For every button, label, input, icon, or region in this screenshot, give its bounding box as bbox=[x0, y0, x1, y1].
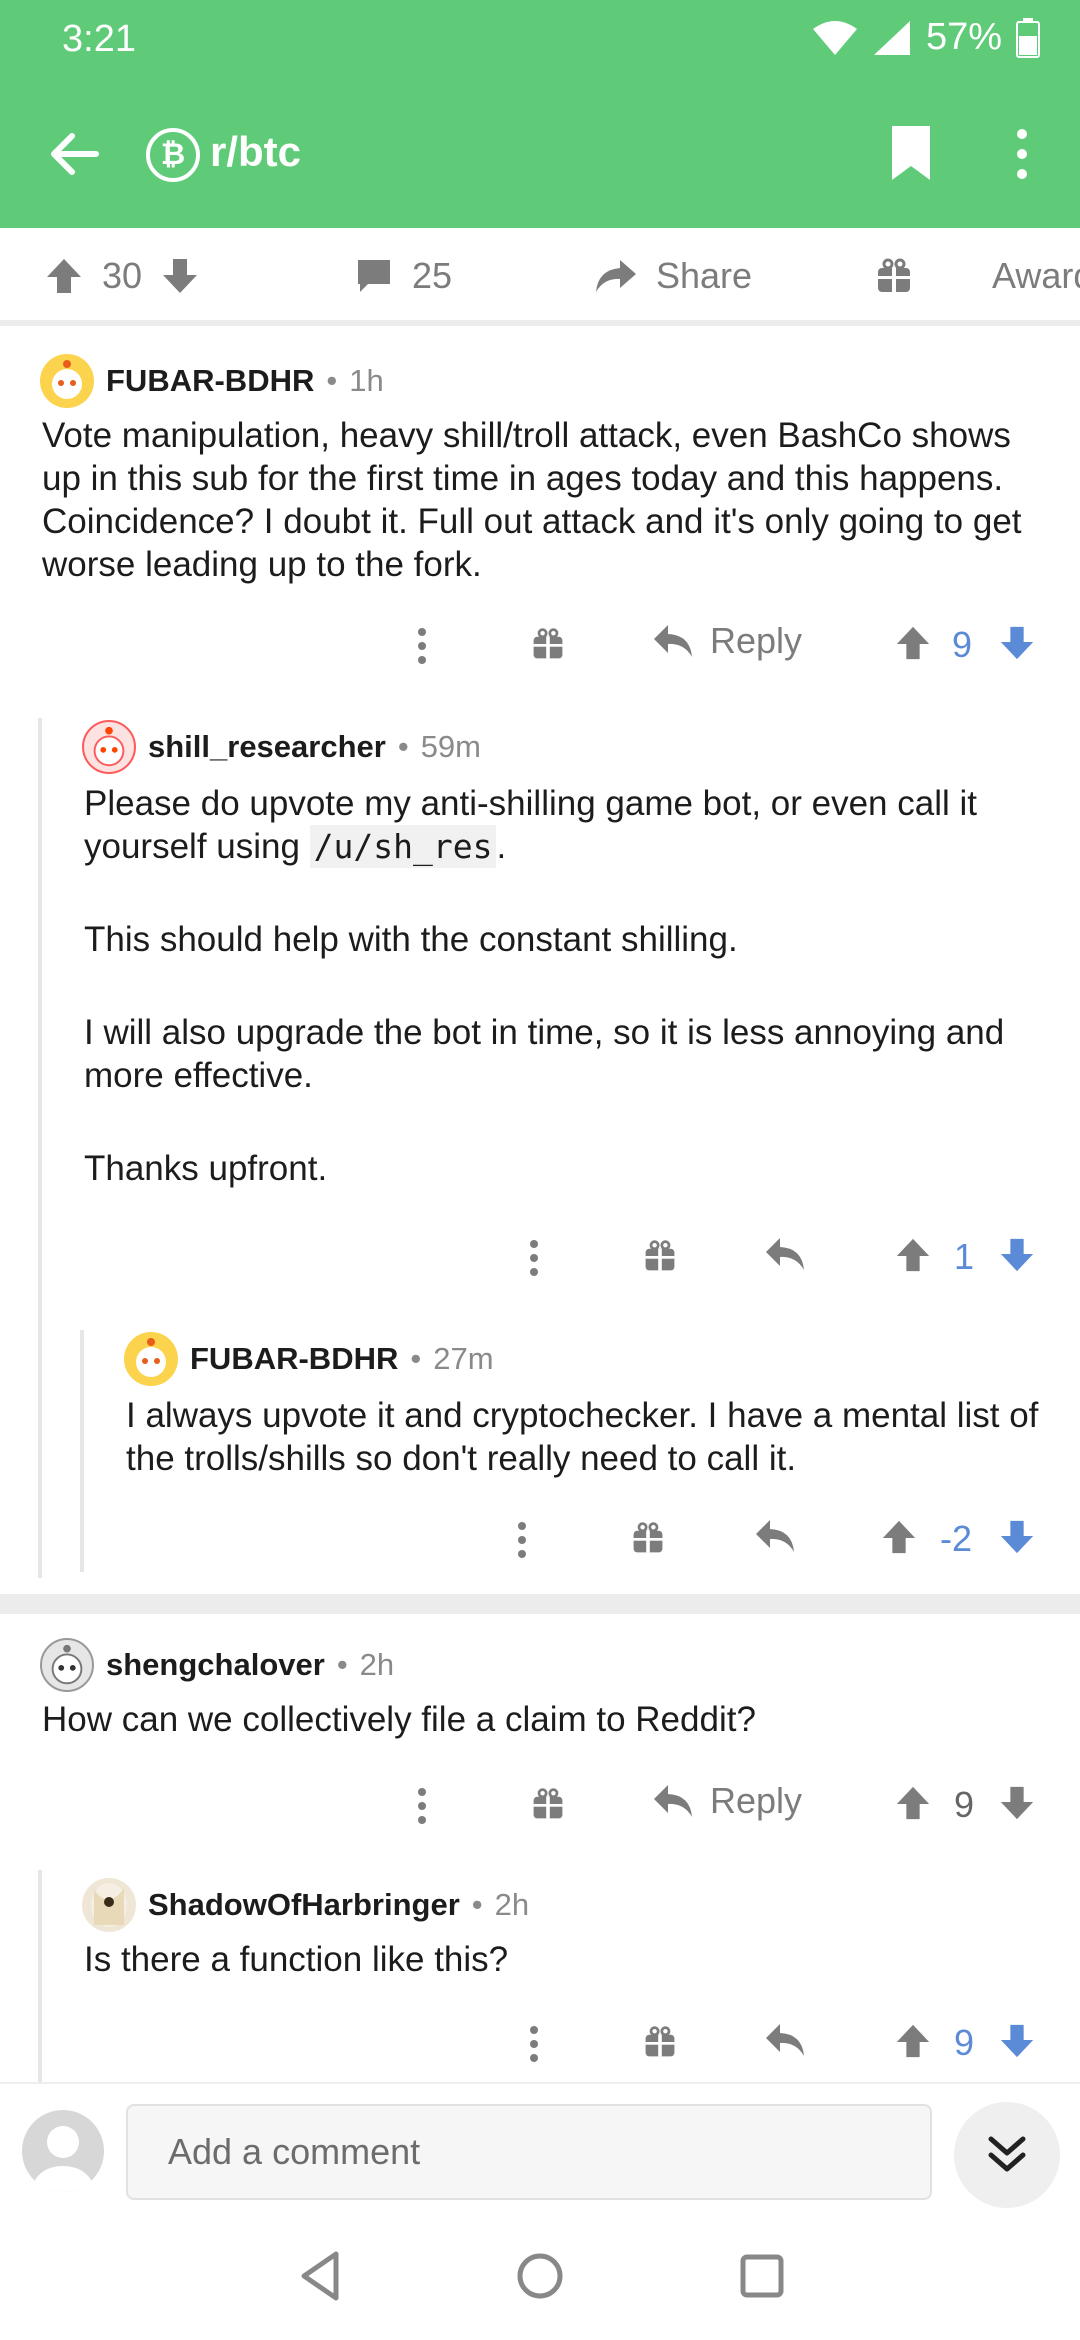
comment-composer bbox=[0, 2082, 1080, 2212]
avatar[interactable] bbox=[40, 1638, 94, 1692]
share-icon bbox=[596, 260, 636, 292]
post-vote-group: 30 bbox=[44, 250, 200, 302]
reply-button[interactable]: Reply bbox=[652, 620, 802, 662]
comment-bubble-icon bbox=[358, 260, 390, 292]
comment: FUBAR-BDHR • 1h Vote manipulation, heavy… bbox=[0, 340, 1080, 670]
back-arrow-icon[interactable] bbox=[44, 124, 104, 184]
comment-body: Is there a function like this? bbox=[84, 1940, 509, 1979]
status-bar: 3:21 57% bbox=[0, 0, 1080, 80]
comment-actions: 1 bbox=[0, 1230, 1080, 1290]
downvote-icon[interactable] bbox=[998, 1784, 1036, 1822]
downvote-icon[interactable] bbox=[998, 2022, 1036, 2060]
comment-body: Vote manipulation, heavy shill/troll att… bbox=[42, 416, 1022, 584]
wifi-icon bbox=[812, 20, 857, 55]
avatar[interactable] bbox=[40, 354, 94, 408]
comment-author[interactable]: ShadowOfHarbringer bbox=[148, 1887, 460, 1923]
battery-icon bbox=[1016, 17, 1040, 58]
clock: 3:21 bbox=[62, 18, 136, 60]
comment-body: Please do upvote my anti-shilling game b… bbox=[84, 784, 1005, 1188]
upvote-icon[interactable] bbox=[894, 2022, 932, 2060]
reply-icon[interactable] bbox=[764, 2022, 806, 2058]
share-button[interactable]: Share bbox=[594, 250, 752, 302]
comment-age: 27m bbox=[433, 1341, 494, 1376]
battery-percent: 57% bbox=[925, 16, 1002, 58]
comment-body: How can we collectively file a claim to … bbox=[42, 1700, 756, 1739]
gift-icon bbox=[878, 258, 910, 292]
more-icon[interactable] bbox=[408, 1784, 436, 1828]
comment-age: 1h bbox=[349, 363, 384, 398]
collapse-button[interactable] bbox=[954, 2102, 1060, 2208]
more-icon[interactable] bbox=[520, 2022, 548, 2066]
comment-score: 1 bbox=[954, 1236, 975, 1277]
upvote-icon[interactable] bbox=[894, 1236, 932, 1274]
gift-icon[interactable] bbox=[642, 2022, 678, 2062]
comment: FUBAR-BDHR • 27m I always upvote it and … bbox=[0, 1332, 1080, 1572]
comment-score: -2 bbox=[940, 1518, 973, 1559]
post-score: 30 bbox=[102, 255, 143, 296]
comment: ShadowOfHarbringer • 2h Is there a funct… bbox=[0, 1872, 1080, 2082]
upvote-icon[interactable] bbox=[44, 256, 84, 296]
downvote-icon[interactable] bbox=[998, 1518, 1036, 1556]
post-action-bar: 30 25 Share Award bbox=[0, 228, 1080, 326]
gift-icon[interactable] bbox=[630, 1518, 666, 1558]
system-nav-bar bbox=[0, 2212, 1080, 2340]
avatar[interactable] bbox=[82, 720, 136, 774]
comment: shengchalover • 2h How can we collective… bbox=[0, 1630, 1080, 1850]
more-icon[interactable] bbox=[520, 1236, 548, 1280]
comment-author[interactable]: FUBAR-BDHR bbox=[106, 363, 314, 399]
more-options-icon[interactable] bbox=[1004, 124, 1040, 184]
comment-actions: Reply 9 bbox=[0, 618, 1080, 678]
inline-code[interactable]: /u/sh_res bbox=[309, 825, 497, 868]
comment-score: 9 bbox=[954, 2022, 975, 2063]
comments-count-button[interactable]: 25 bbox=[354, 250, 452, 302]
nav-back-icon[interactable] bbox=[290, 2244, 354, 2308]
share-label: Share bbox=[656, 255, 753, 296]
upvote-icon[interactable] bbox=[894, 1784, 932, 1822]
more-icon[interactable] bbox=[408, 624, 436, 668]
gift-icon[interactable] bbox=[530, 1784, 566, 1824]
reply-icon[interactable] bbox=[754, 1518, 796, 1554]
subreddit-icon: ₿ bbox=[146, 128, 200, 182]
nav-home-icon[interactable] bbox=[508, 2244, 572, 2308]
award-label: Award bbox=[992, 255, 1080, 296]
downvote-icon[interactable] bbox=[998, 624, 1036, 662]
comment-score: 9 bbox=[954, 1784, 975, 1825]
comment-author[interactable]: shengchalover bbox=[106, 1647, 325, 1683]
downvote-icon[interactable] bbox=[160, 256, 200, 296]
comment-actions: Reply 9 bbox=[0, 1778, 1080, 1838]
comment-age: 2h bbox=[359, 1647, 395, 1682]
comment-actions: 9 bbox=[0, 2016, 1080, 2076]
double-chevron-down-icon bbox=[988, 2136, 1026, 2172]
more-icon[interactable] bbox=[508, 1518, 536, 1562]
nav-recents-icon[interactable] bbox=[730, 2244, 794, 2308]
gift-icon[interactable] bbox=[530, 624, 566, 664]
subreddit-title[interactable]: r/btc bbox=[210, 128, 301, 176]
award-button[interactable]: Award bbox=[874, 250, 1080, 302]
bookmark-icon[interactable] bbox=[888, 124, 934, 182]
reply-icon bbox=[654, 625, 692, 657]
reply-icon[interactable] bbox=[764, 1236, 806, 1272]
comment-score: 9 bbox=[952, 624, 973, 665]
cell-signal-icon bbox=[873, 20, 910, 55]
upvote-icon[interactable] bbox=[880, 1518, 918, 1556]
comment-age: 59m bbox=[420, 729, 481, 764]
app-bar: ₿ r/btc bbox=[0, 80, 1080, 228]
comment: shill_researcher • 59m Please do upvote … bbox=[0, 720, 1080, 1320]
downvote-icon[interactable] bbox=[998, 1236, 1036, 1274]
comment-body: I always upvote it and cryptochecker. I … bbox=[126, 1396, 1039, 1478]
comment-author[interactable]: shill_researcher bbox=[148, 729, 386, 765]
comments-count: 25 bbox=[412, 255, 453, 296]
add-comment-input[interactable] bbox=[126, 2104, 932, 2200]
comment-author[interactable]: FUBAR-BDHR bbox=[190, 1341, 398, 1377]
gift-icon[interactable] bbox=[642, 1236, 678, 1276]
reply-button[interactable]: Reply bbox=[652, 1780, 802, 1822]
reply-icon bbox=[654, 1785, 692, 1817]
avatar[interactable] bbox=[124, 1332, 178, 1386]
avatar[interactable] bbox=[82, 1878, 136, 1932]
upvote-icon[interactable] bbox=[894, 624, 932, 662]
user-avatar[interactable] bbox=[22, 2110, 104, 2192]
comment-actions: -2 bbox=[0, 1512, 1080, 1572]
comment-age: 2h bbox=[494, 1887, 530, 1922]
thread-divider bbox=[0, 1594, 1080, 1614]
